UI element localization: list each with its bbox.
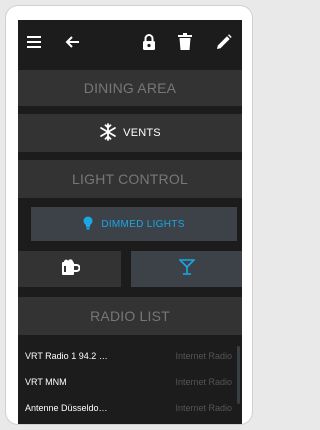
- radio-station-name: VRT MNM: [25, 377, 67, 387]
- menu-icon[interactable]: [22, 30, 46, 54]
- radio-list-item[interactable]: Antenne Düsseldo… Internet Radio: [18, 398, 242, 418]
- dimmed-lights-button[interactable]: DIMMED LIGHTS: [31, 207, 237, 241]
- radio-list-item[interactable]: VRT MNM Internet Radio: [18, 372, 242, 392]
- lightbulb-icon: [83, 216, 93, 233]
- dimmed-lights-label: DIMMED LIGHTS: [101, 218, 185, 230]
- radio-station-type: Internet Radio: [175, 403, 232, 413]
- cocktail-button[interactable]: [131, 251, 242, 287]
- trash-icon[interactable]: [173, 30, 197, 54]
- radio-list-item[interactable]: VRT Radio 1 94.2 … Internet Radio: [18, 346, 242, 366]
- light-control-header[interactable]: LIGHT CONTROL: [18, 160, 242, 198]
- radio-station-name: Antenne Düsseldo…: [25, 403, 108, 413]
- vents-label: VENTS: [123, 127, 161, 139]
- radio-list-label: RADIO LIST: [90, 308, 170, 324]
- coffee-mug-icon: [60, 258, 80, 281]
- radio-list-scrollbar[interactable]: [237, 346, 240, 404]
- radio-list: VRT Radio 1 94.2 … Internet Radio VRT MN…: [18, 344, 242, 424]
- snowflake-icon: [99, 122, 117, 144]
- app-screen: DINING AREA VENTS LIGHT CONTROL DIMMED L…: [18, 20, 242, 424]
- dining-area-label: DINING AREA: [83, 80, 177, 96]
- cocktail-glass-icon: [177, 258, 196, 280]
- edit-pencil-icon[interactable]: [212, 30, 236, 54]
- top-toolbar: [18, 20, 242, 64]
- lock-icon[interactable]: [137, 30, 161, 54]
- radio-list-header[interactable]: RADIO LIST: [18, 297, 242, 335]
- light-control-label: LIGHT CONTROL: [72, 171, 188, 187]
- radio-station-name: VRT Radio 1 94.2 …: [25, 351, 108, 361]
- dining-area-header[interactable]: DINING AREA: [18, 70, 242, 106]
- coffee-button[interactable]: [18, 251, 121, 287]
- radio-station-type: Internet Radio: [175, 377, 232, 387]
- back-arrow-icon[interactable]: [60, 30, 84, 54]
- vents-button[interactable]: VENTS: [18, 114, 242, 152]
- device-frame: DINING AREA VENTS LIGHT CONTROL DIMMED L…: [6, 6, 252, 424]
- radio-station-type: Internet Radio: [175, 351, 232, 361]
